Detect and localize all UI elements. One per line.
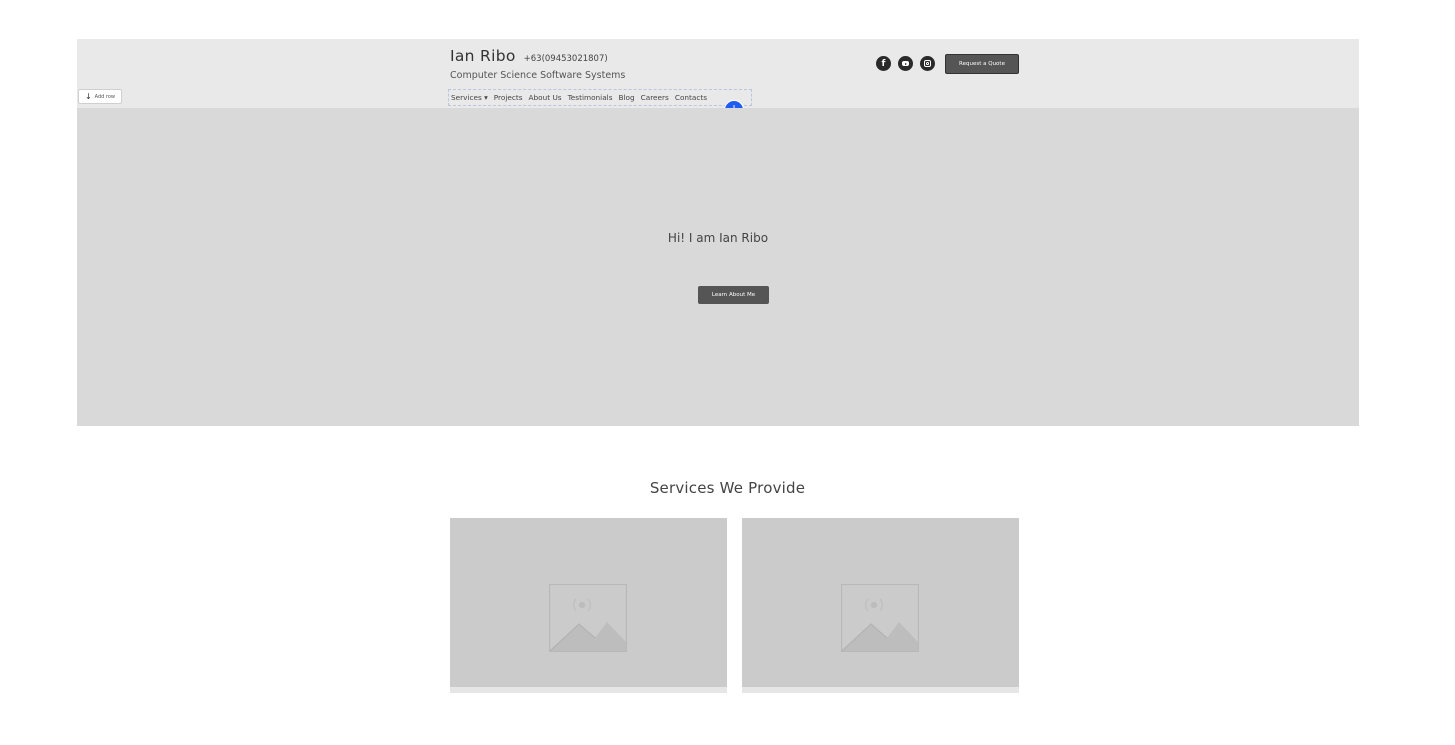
services-heading: Services We Provide [649,479,806,497]
add-row-label: Add row [94,93,116,100]
request-quote-button[interactable]: Request a Quote [945,54,1019,74]
image-placeholder-icon [841,584,919,652]
brand-name[interactable]: Ian Ribo [450,47,516,65]
main-nav: Services ▾ Projects About Us Testimonial… [448,89,752,106]
nav-item-blog[interactable]: Blog [619,93,635,102]
youtube-icon[interactable] [898,56,913,71]
social-links: f [876,56,935,71]
learn-about-me-button[interactable]: Learn About Me [698,286,769,304]
service-card[interactable] [450,518,727,693]
site-header: ↓ Add row Ian Ribo +63(09453021807) Comp… [77,39,1359,120]
nav-item-contacts[interactable]: Contacts [675,93,707,102]
hero-section: Hi! I am Ian Ribo Learn About Me [77,108,1359,426]
nav-item-about-us[interactable]: About Us [529,93,562,102]
brand: Ian Ribo +63(09453021807) [450,47,608,65]
tagline: Computer Science Software Systems [450,70,626,81]
hero-title: Hi! I am Ian Ribo [667,231,769,245]
card-image [742,518,1019,687]
service-card[interactable] [742,518,1019,693]
nav-item-services[interactable]: Services ▾ [451,93,488,102]
nav-item-careers[interactable]: Careers [641,93,669,102]
facebook-glyph: f [881,58,886,69]
instagram-icon[interactable] [920,56,935,71]
nav-item-testimonials[interactable]: Testimonials [568,93,613,102]
add-row-button[interactable]: ↓ Add row [78,89,122,104]
arrow-down-icon: ↓ [84,91,92,101]
phone-number[interactable]: +63(09453021807) [524,54,608,64]
facebook-icon[interactable]: f [876,56,891,71]
card-image [450,518,727,687]
image-placeholder-icon [549,584,627,652]
nav-item-projects[interactable]: Projects [494,93,523,102]
